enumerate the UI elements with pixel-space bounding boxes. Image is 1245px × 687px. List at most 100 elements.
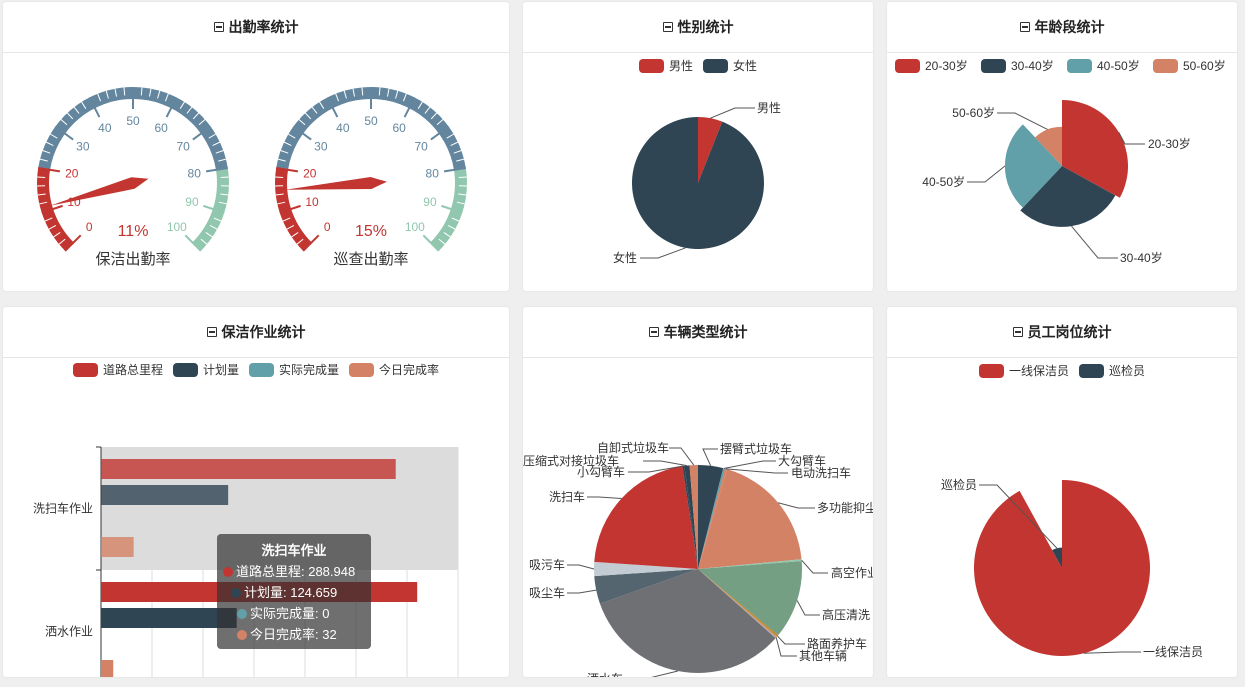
- gauge-tick: [220, 176, 229, 178]
- legend-label: 40-50岁: [1097, 58, 1140, 73]
- tooltip-row: 道路总里程: 288.948: [236, 564, 355, 579]
- panel-title-icon: [206, 327, 217, 337]
- gauge-tick-label: 20: [65, 166, 79, 180]
- legend-label: 30-40岁: [1011, 58, 1054, 73]
- bar: [101, 608, 237, 628]
- pie-label: 自卸式垃圾车: [597, 440, 669, 455]
- legend-swatch: [349, 363, 374, 377]
- panel-gender: 性别统计 男性 女性 男性 女性: [523, 2, 873, 291]
- pie-label-line: [710, 107, 755, 119]
- legend-swatch: [981, 59, 1006, 73]
- panel-title-vehicle: 车辆类型统计: [523, 307, 873, 358]
- panel-age: 年龄段统计 20-30岁 30-40岁 40-50岁 50-60岁 20-30岁 30-4…: [887, 2, 1237, 291]
- legend-swatch: [895, 59, 920, 73]
- panel-title-icon: [213, 22, 224, 32]
- pie-label: 一线保洁员: [1143, 645, 1203, 659]
- legend-swatch: [703, 59, 728, 73]
- tooltip-row: 实际完成量: 0: [250, 606, 329, 621]
- gauge-tick-label: 40: [98, 121, 112, 135]
- gauge-tick-label: 20: [303, 166, 317, 180]
- pie-slice: [632, 117, 764, 250]
- panel-work: 保洁作业统计 道路总里程计划量实际完成量今日完成率050100150200250…: [3, 307, 509, 677]
- pie-label-line: [651, 670, 678, 677]
- tooltip-marker: [223, 567, 233, 577]
- gauge-tick-label: 70: [414, 140, 428, 154]
- pie-label-line: [801, 559, 828, 574]
- legend-label: 女性: [733, 58, 757, 73]
- gauge-band: [275, 167, 312, 251]
- legend-label: 计划量: [203, 363, 239, 377]
- pie-label: 洗扫车: [549, 489, 585, 504]
- legend-label: 今日完成率: [379, 362, 439, 377]
- tooltip-title: 洗扫车作业: [261, 543, 326, 558]
- pie-slice: [594, 466, 698, 569]
- gauge-tick-label: 60: [392, 121, 406, 135]
- legend-swatch: [249, 363, 274, 377]
- pie-label: 其他车辆: [799, 648, 847, 663]
- legend-label: 一线保洁员: [1009, 364, 1069, 378]
- pie-label-line: [643, 460, 687, 467]
- legend-label: 道路总里程: [103, 362, 163, 377]
- panel-title-post: 员工岗位统计: [887, 307, 1237, 358]
- pie-label: 女性: [613, 250, 637, 265]
- pie-label: 多功能抑尘: [817, 500, 873, 515]
- gauge-pointer: [285, 177, 387, 190]
- bar: [101, 660, 114, 677]
- bar: [101, 537, 134, 557]
- pie-label-line: [587, 496, 622, 500]
- gauge-name: 巡查出勤率: [333, 251, 408, 268]
- legend-swatch: [639, 59, 664, 73]
- pie-label-line: [640, 247, 686, 259]
- pie-label: 20-30岁: [1148, 136, 1191, 151]
- legend-swatch: [1079, 364, 1104, 378]
- gauge-value-label: 11%: [118, 223, 149, 240]
- legend-label: 巡检员: [1109, 363, 1145, 378]
- panel-title-icon: [662, 22, 673, 32]
- gauge-tick-label: 0: [86, 220, 93, 234]
- legend-label: 20-30岁: [925, 58, 968, 73]
- gauge-tick-label: 50: [364, 114, 378, 128]
- pie-label-line: [567, 564, 595, 570]
- legend-label: 男性: [669, 59, 693, 73]
- post-rose-chart: 一线保洁员 巡检员一线保洁员巡检员: [941, 363, 1203, 659]
- pie-label-line: [796, 600, 820, 616]
- work-bar-chart: 道路总里程计划量实际完成量今日完成率050100150200250300350洗…: [33, 362, 459, 677]
- gauge-tick-label: 40: [336, 121, 350, 135]
- tooltip-marker: [237, 609, 247, 619]
- pie-label-line: [724, 460, 776, 469]
- pie-label: 电动洗扫车: [791, 465, 851, 480]
- legend-label: 实际完成量: [279, 362, 339, 377]
- legend-swatch: [979, 364, 1004, 378]
- pie-label-line: [967, 165, 1006, 183]
- gauge-charts: 010203040 50 6070809010011%保洁出勤率010203040 5…: [37, 86, 468, 268]
- pie-label-line: [777, 635, 805, 645]
- legend-swatch: [1153, 59, 1178, 73]
- pie-label-line: [778, 502, 815, 509]
- pie-label: 压缩式对接垃圾车: [523, 453, 619, 468]
- pie-label-line: [1083, 651, 1141, 654]
- pie-label-line: [567, 589, 597, 594]
- gauge-tick-label: 80: [188, 166, 202, 180]
- gauge-name: 保洁出勤率: [95, 251, 170, 268]
- pie-label-line: [775, 637, 797, 657]
- pie-label: 吸污车: [529, 557, 565, 572]
- gauge-tick: [37, 176, 46, 178]
- gauge-tick-label: 70: [176, 140, 190, 154]
- vehicle-pie-chart: 摆臂式垃圾车大勾臂车电动洗扫车多功能抑尘高空作业高压清洗路面养护车其他车辆洒水车…: [523, 440, 873, 677]
- y-tick-label: 洗扫车作业: [33, 501, 93, 516]
- pie-label-line: [702, 448, 718, 466]
- gauge-tick-label: 80: [426, 166, 440, 180]
- gender-pie-chart: 男性 女性男性女性: [613, 58, 781, 265]
- tooltip-row: 今日完成率: 32: [250, 627, 337, 642]
- gauge-tick-label: 10: [305, 195, 319, 209]
- legend-swatch: [1067, 59, 1092, 73]
- pie-label: 高空作业: [831, 565, 873, 580]
- pie-label-line: [1071, 225, 1118, 259]
- panel-title-icon: [1012, 327, 1023, 337]
- panel-attendance: 出勤率统计 0 10 20 30 40 50 60 70 80 90 100 11% 保洁出勤率 0 10 2…: [3, 2, 509, 291]
- gauge-tick-label: 30: [314, 140, 328, 154]
- tooltip-row: 计划量: 124.659: [244, 585, 337, 600]
- gauge-tick: [458, 176, 467, 178]
- gauge-tick-label: 50: [126, 114, 140, 128]
- panel-title-icon: [648, 327, 659, 337]
